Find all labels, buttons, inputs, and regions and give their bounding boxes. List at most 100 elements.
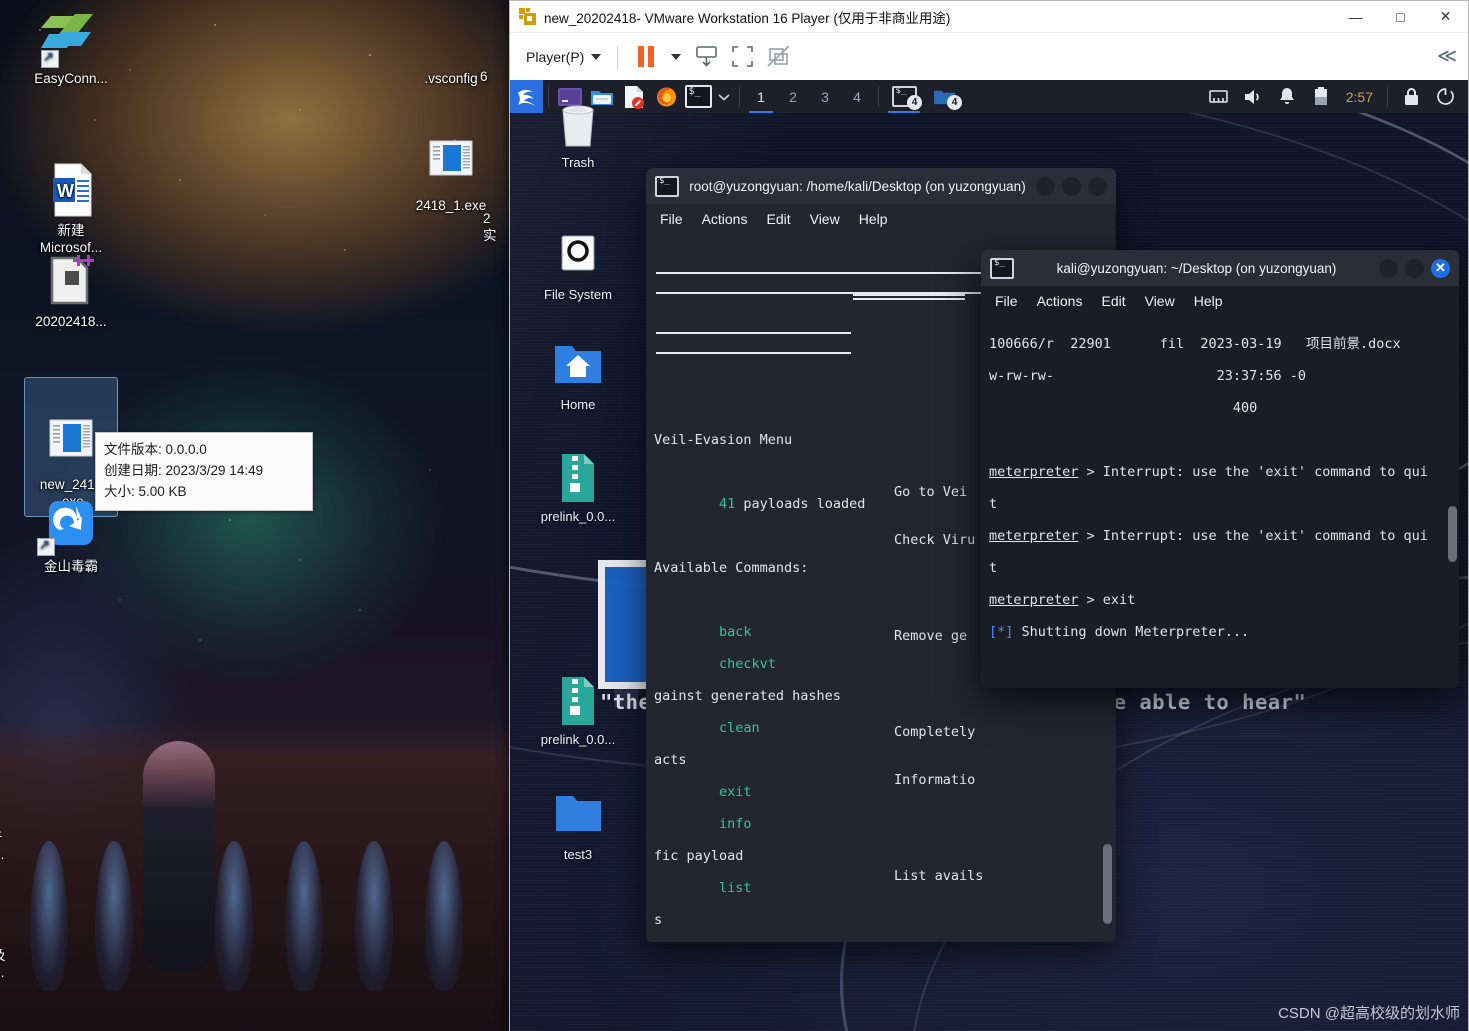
kali-desktop-icon-file-system[interactable]: File System: [523, 230, 633, 303]
veil-cmd-name: clean: [719, 720, 760, 736]
pause-dropdown-icon[interactable]: [667, 42, 685, 72]
trash-icon: [523, 98, 633, 150]
kali-icon-label: Trash: [561, 155, 595, 170]
unity-mode-icon[interactable]: [763, 42, 793, 72]
close-button[interactable]: ✕: [1431, 258, 1450, 278]
file-manager-group-count: 4: [947, 95, 962, 110]
menu-edit[interactable]: Edit: [1101, 293, 1125, 309]
desktop-icon-20202418[interactable]: 20202418...: [23, 253, 119, 330]
clipped-label-6: 立及 出...: [0, 948, 6, 980]
meterpreter-file-row-cont2: 400: [989, 400, 1451, 416]
workspace-2[interactable]: 2: [777, 80, 809, 113]
file-mode: 100666/r: [989, 336, 1055, 352]
workspace-1[interactable]: 1: [745, 80, 777, 113]
meterpreter-prompt: meterpreter: [989, 464, 1079, 480]
veil-cmd-name: list: [719, 880, 752, 896]
file-type: fil: [1159, 336, 1185, 352]
meterpreter-line-4: [*] Shutting down Meterpreter...: [989, 624, 1250, 640]
meterpreter-terminal-output[interactable]: 100666/r 22901 fil 2023-03-19 项目前景.docx …: [981, 316, 1459, 688]
terminal-icon: [990, 257, 1014, 279]
desktop-icon-clipped-4[interactable]: 夹: [0, 690, 40, 707]
lock-icon[interactable]: [1395, 80, 1427, 113]
logout-icon[interactable]: [1429, 80, 1461, 113]
meterpreter-file-row: 100666/r 22901 fil 2023-03-19 项目前景.docx: [989, 336, 1451, 352]
kali-desktop-icon-test3[interactable]: test3: [523, 790, 633, 863]
system-tray: 2:57: [1203, 80, 1468, 113]
meterpreter-line-1: meterpreter > Interrupt: use the 'exit' …: [989, 464, 1428, 480]
chevron-down-icon[interactable]: [714, 80, 734, 113]
menu-edit[interactable]: Edit: [766, 211, 790, 227]
close-dot[interactable]: [1088, 176, 1107, 196]
menu-actions[interactable]: Actions: [1037, 293, 1083, 309]
meterpreter-titlebar[interactable]: kali@yuzongyuan: ~/Desktop (on yuzongyua…: [981, 250, 1459, 286]
file-mode-cont: w-rw-rw-: [989, 368, 1055, 384]
svg-text:W: W: [57, 181, 74, 201]
desktop-icon-new-word-doc[interactable]: W 新建 Microsof...: [23, 128, 119, 256]
archive-document-icon: [23, 253, 119, 309]
kali-desktop-icon-trash[interactable]: Trash: [523, 98, 633, 171]
meterpreter-line-1-cont: t: [989, 496, 998, 512]
kali-desktop-icon-home[interactable]: Home: [523, 340, 633, 413]
network-icon[interactable]: [1203, 80, 1235, 113]
menu-help[interactable]: Help: [1194, 293, 1223, 309]
veil-desc-list: List avails: [894, 868, 984, 884]
veil-title-text: root@yuzongyuan: /home/kali/Desktop (on …: [689, 178, 1026, 194]
clipped-right-label-2: 2 实: [483, 211, 497, 243]
minimize-button[interactable]: —: [1333, 2, 1378, 32]
minimize-dot[interactable]: [1379, 258, 1398, 278]
vmware-toolbar: Player(P) ≪: [510, 33, 1468, 81]
tooltip-size: 大小: 5.00 KB: [104, 484, 187, 499]
notification-icon[interactable]: [1271, 80, 1303, 113]
vmware-titlebar[interactable]: new_20202418- VMware Workstation 16 Play…: [510, 1, 1468, 33]
menu-file[interactable]: File: [995, 293, 1018, 309]
menu-file[interactable]: File: [660, 211, 683, 227]
veil-cmd-name: exit: [719, 784, 752, 800]
desktop-icon-easyconnect[interactable]: EasyConn...: [23, 10, 119, 87]
menu-help[interactable]: Help: [859, 211, 888, 227]
kali-desktop-icon-prelink-1[interactable]: prelink_0.0...: [523, 452, 633, 525]
meterpreter-line-3: meterpreter > exit: [989, 592, 1136, 608]
maximize-button[interactable]: □: [1378, 2, 1423, 32]
volume-icon[interactable]: [1237, 80, 1269, 113]
meterpreter-scrollbar[interactable]: [1448, 506, 1457, 562]
maximize-dot[interactable]: [1405, 258, 1424, 278]
collapse-toolbar-icon[interactable]: ≪: [1437, 45, 1458, 68]
desktop-icon-clipped-6[interactable]: 立及 出...: [0, 930, 40, 981]
veil-payload-text: payloads loaded: [735, 496, 866, 512]
firefox-icon[interactable]: [650, 80, 682, 113]
veil-scrollbar[interactable]: [1103, 844, 1112, 924]
taskbar-clock[interactable]: 2:57: [1339, 89, 1380, 105]
menu-actions[interactable]: Actions: [702, 211, 748, 227]
terminal-icon[interactable]: $_: [682, 80, 714, 113]
terminal-window-meterpreter[interactable]: kali@yuzongyuan: ~/Desktop (on yuzongyua…: [981, 250, 1459, 688]
desktop-icon-clipped-5[interactable]: 8于 高...: [0, 812, 40, 863]
kali-icon-label: prelink_0.0...: [540, 509, 616, 524]
file-manager-group-button[interactable]: 4: [924, 80, 964, 113]
exe-application-icon: [403, 137, 499, 193]
veil-banner-rule-2a: [656, 332, 851, 334]
desktop-icon-label: 新建 Microsof...: [39, 223, 103, 255]
veil-titlebar[interactable]: root@yuzongyuan: /home/kali/Desktop (on …: [646, 168, 1116, 204]
close-button[interactable]: ✕: [1423, 2, 1468, 32]
file-tooltip: 文件版本: 0.0.0.0 创建日期: 2023/3/29 14:49 大小: …: [95, 432, 313, 511]
player-menu-button[interactable]: Player(P): [520, 46, 607, 68]
kali-guest-screen: KALI "the quieter you become, the more y…: [510, 80, 1468, 1031]
kali-icon-label: File System: [544, 287, 612, 302]
tooltip-created-date: 创建日期: 2023/3/29 14:49: [104, 463, 264, 478]
csdn-watermark: CSDN @超高校级的划水师: [1278, 1005, 1460, 1022]
menu-view[interactable]: View: [810, 211, 840, 227]
menu-view[interactable]: View: [1145, 293, 1175, 309]
battery-icon[interactable]: [1305, 80, 1337, 113]
workspace-4[interactable]: 4: [841, 80, 873, 113]
terminal-group-count: 4: [907, 95, 922, 110]
minimize-dot[interactable]: [1036, 176, 1055, 196]
fullscreen-icon[interactable]: [727, 42, 757, 72]
vmware-player-window: new_20202418- VMware Workstation 16 Play…: [509, 0, 1469, 1031]
meterpreter-file-row-cont1: w-rw-rw- 23:37:56 -0: [989, 368, 1451, 384]
workspace-3[interactable]: 3: [809, 80, 841, 113]
maximize-dot[interactable]: [1062, 176, 1081, 196]
send-ctrl-alt-del-icon[interactable]: [691, 42, 721, 72]
pause-icon[interactable]: [631, 42, 661, 72]
veil-desc-info: Informatio: [894, 772, 976, 788]
terminal-group-button[interactable]: $_ 4: [884, 80, 924, 113]
